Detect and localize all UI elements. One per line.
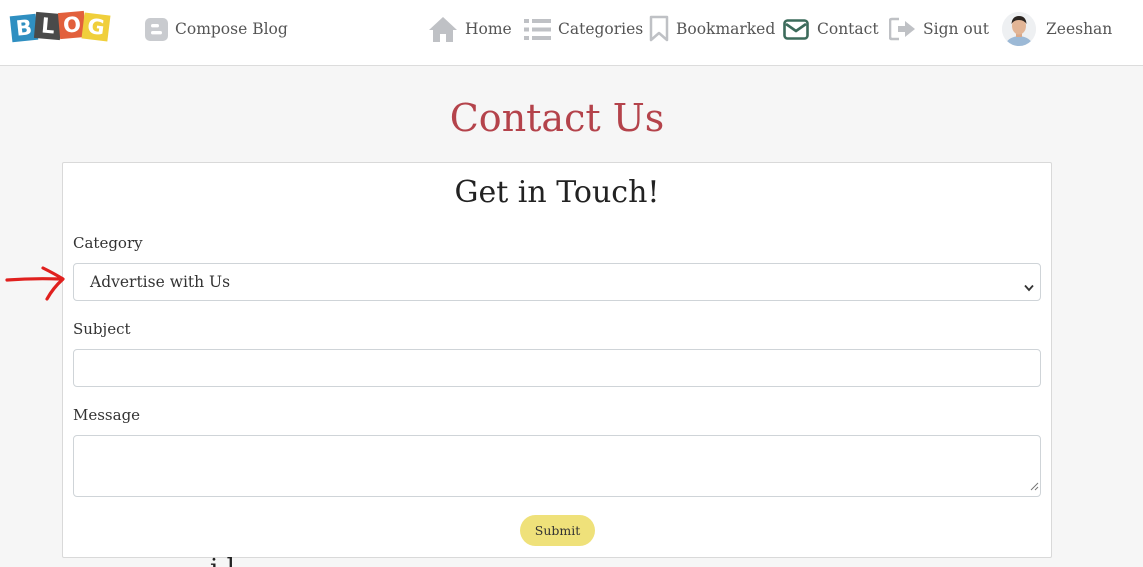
list-icon xyxy=(524,18,551,41)
avatar xyxy=(1002,12,1036,46)
subject-label: Subject xyxy=(73,320,131,338)
footer-text-fragment: i l xyxy=(210,556,235,567)
message-textarea[interactable] xyxy=(73,435,1041,497)
nav-home[interactable]: Home xyxy=(428,14,512,44)
category-selected-value: Advertise with Us xyxy=(90,273,231,291)
contact-form-card: Get in Touch! Category Advertise with Us… xyxy=(62,162,1052,558)
envelope-icon xyxy=(783,18,809,40)
chevron-down-icon xyxy=(1024,278,1034,296)
message-label: Message xyxy=(73,406,141,424)
bookmark-icon xyxy=(649,15,669,43)
nav-compose-blog-label: Compose Blog xyxy=(175,20,288,38)
user-name: Zeeshan xyxy=(1046,20,1113,38)
nav-compose-blog[interactable]: Compose Blog xyxy=(145,14,288,44)
nav-categories-label: Categories xyxy=(558,20,644,38)
category-label: Category xyxy=(73,234,143,252)
page-title: Contact Us xyxy=(449,96,665,140)
nav-bookmarked-label: Bookmarked xyxy=(676,20,776,38)
nav-user-profile[interactable]: Zeeshan xyxy=(1002,12,1113,46)
nav-home-label: Home xyxy=(465,20,512,38)
home-icon xyxy=(428,16,458,42)
logo-tile-g: G xyxy=(81,12,111,42)
nav-sign-out-label: Sign out xyxy=(923,20,989,38)
nav-bookmarked[interactable]: Bookmarked xyxy=(649,14,775,44)
nav-sign-out[interactable]: Sign out xyxy=(889,14,989,44)
navbar: B L O G Compose Blog Home Categories Boo… xyxy=(0,0,1143,66)
nav-categories[interactable]: Categories xyxy=(524,14,643,44)
submit-button[interactable]: Submit xyxy=(520,515,595,546)
blogger-icon xyxy=(145,17,168,41)
red-arrow-icon xyxy=(5,266,67,306)
resize-handle-icon[interactable] xyxy=(1029,476,1039,495)
nav-contact-label: Contact xyxy=(817,20,879,38)
subject-input[interactable] xyxy=(73,349,1041,387)
form-heading: Get in Touch! xyxy=(454,175,660,210)
sign-out-icon xyxy=(889,17,916,41)
category-select[interactable]: Advertise with Us xyxy=(73,263,1041,301)
nav-contact[interactable]: Contact xyxy=(783,14,879,44)
